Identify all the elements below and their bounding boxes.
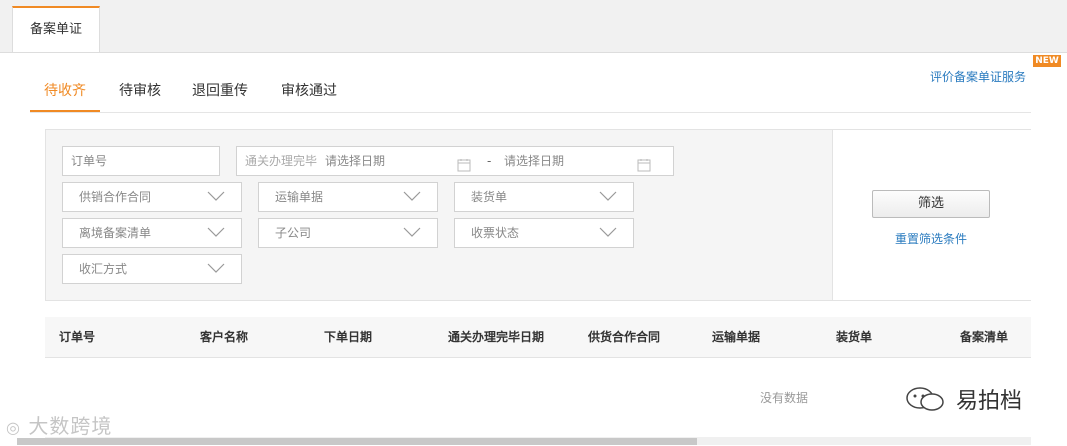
select-label: 收票状态: [471, 226, 520, 240]
order-no-placeholder: 订单号: [71, 154, 108, 168]
departure-record-select[interactable]: 离境备案清单: [62, 218, 242, 248]
loading-list-select[interactable]: 装货单: [454, 182, 634, 212]
chevron-down-icon: [403, 191, 421, 201]
column-header: 运输单据: [712, 330, 761, 344]
watermark-left-text: 大数跨境: [28, 414, 113, 438]
select-label: 离境备案清单: [79, 226, 152, 240]
filter-button[interactable]: 筛选: [872, 190, 990, 218]
chevron-down-icon: [599, 191, 617, 201]
order-no-input[interactable]: 订单号: [62, 146, 220, 176]
tab-pending-review[interactable]: 待审核: [119, 80, 161, 111]
top-strip: [0, 0, 1067, 52]
weibo-icon: ◎: [6, 418, 21, 437]
wechat-icon: [905, 386, 945, 418]
column-header: 订单号: [59, 330, 96, 344]
date-range-label: 通关办理完毕: [245, 154, 318, 168]
select-label: 收汇方式: [79, 262, 128, 276]
transport-doc-select[interactable]: 运输单据: [258, 182, 438, 212]
tab-returned[interactable]: 退回重传: [192, 80, 248, 111]
customs-date-range[interactable]: 通关办理完毕 请选择日期 - 请选择日期: [236, 146, 674, 176]
column-header: 下单日期: [324, 330, 373, 344]
remittance-method-select[interactable]: 收汇方式: [62, 254, 242, 284]
date-separator: -: [487, 154, 492, 168]
empty-state-text: 没有数据: [760, 391, 809, 405]
select-label: 装货单: [471, 190, 508, 204]
table-header: 订单号 客户名称 下单日期 通关办理完毕日期 供货合作合同 运输单据 装货单 备…: [45, 317, 1031, 358]
chevron-down-icon: [599, 227, 617, 237]
tab-pending-collect[interactable]: 待收齐: [30, 80, 100, 112]
column-header: 供货合作合同: [588, 330, 661, 344]
invoice-status-select[interactable]: 收票状态: [454, 218, 634, 248]
watermark-right-text: 易拍档: [956, 389, 1023, 414]
reset-filters-link[interactable]: 重置筛选条件: [895, 230, 967, 247]
column-header: 客户名称: [200, 330, 249, 344]
select-label: 子公司: [275, 226, 312, 240]
chevron-down-icon: [207, 227, 225, 237]
supply-contract-select[interactable]: 供销合作合同: [62, 182, 242, 212]
end-date-input[interactable]: 请选择日期: [504, 147, 564, 175]
column-header: 装货单: [836, 330, 873, 344]
calendar-icon[interactable]: [457, 154, 471, 172]
select-label: 运输单据: [275, 190, 324, 204]
chevron-down-icon: [207, 191, 225, 201]
start-date-input[interactable]: 请选择日期: [325, 147, 385, 175]
tab-approved[interactable]: 审核通过: [281, 80, 337, 111]
watermark-right: 易拍档: [905, 383, 1022, 418]
new-badge: NEW: [1033, 55, 1061, 67]
column-header: 通关办理完毕日期: [448, 330, 545, 344]
calendar-icon[interactable]: [637, 154, 651, 172]
subsidiary-select[interactable]: 子公司: [258, 218, 438, 248]
column-header: 备案清单: [960, 330, 1009, 344]
status-tabs: 待收齐 待审核 退回重传 审核通过: [30, 80, 1031, 113]
scrollbar-thumb[interactable]: [17, 438, 697, 445]
chevron-down-icon: [403, 227, 421, 237]
select-label: 供销合作合同: [79, 190, 152, 204]
chevron-down-icon: [207, 263, 225, 273]
page-tab[interactable]: 备案单证: [12, 6, 100, 52]
watermark-left: ◎ 大数跨境: [6, 410, 112, 439]
